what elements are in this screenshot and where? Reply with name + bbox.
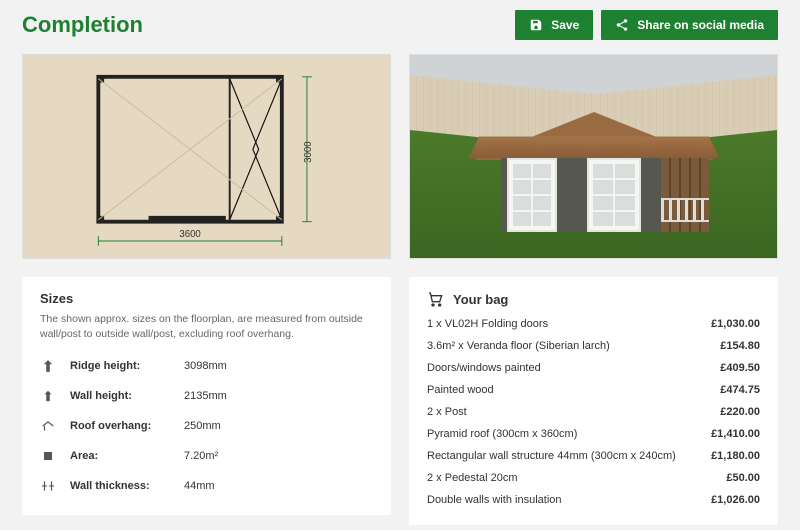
bag-item: Doors/windows painted £409.50	[427, 357, 760, 379]
bag-item-price: £220.00	[720, 406, 760, 418]
bag-item: Double walls with insulation £1,026.00	[427, 489, 760, 511]
bag-item: 2 x Post £220.00	[427, 401, 760, 423]
bag-item: 1 x VL02H Folding doors £1,030.00	[427, 313, 760, 335]
bag-item-price: £154.80	[720, 340, 760, 352]
floorplan-panel: 3600 3000	[22, 54, 391, 259]
size-label: Area:	[70, 450, 170, 462]
size-row: Wall height: 2135mm	[40, 381, 373, 411]
bag-item-price: £1,026.00	[711, 494, 760, 506]
size-row: Area: 7.20m²	[40, 441, 373, 471]
bag-item: 3.6m² x Veranda floor (Siberian larch) £1…	[427, 335, 760, 357]
bag-item: Rectangular wall structure 44mm (300cm x…	[427, 445, 760, 467]
save-icon	[529, 18, 543, 32]
save-button[interactable]: Save	[515, 10, 593, 40]
share-icon	[615, 18, 629, 32]
bag-heading: Your bag	[453, 292, 508, 307]
ridge-height-icon	[40, 358, 56, 374]
bag-item: 2 x Pedestal 20cm £50.00	[427, 467, 760, 489]
floorplan-depth-label: 3000	[303, 141, 314, 162]
share-button[interactable]: Share on social media	[601, 10, 778, 40]
floorplan-width-label: 3600	[179, 229, 200, 240]
size-value: 250mm	[184, 420, 221, 432]
size-row: Wall thickness: 44mm	[40, 471, 373, 501]
render-panel[interactable]	[409, 54, 778, 259]
page-title: Completion	[22, 12, 143, 38]
roof-overhang-icon	[40, 418, 56, 434]
bag-card: Your bag 1 x VL02H Folding doors £1,030.0…	[409, 277, 778, 525]
size-label: Wall height:	[70, 390, 170, 402]
size-row: Roof overhang: 250mm	[40, 411, 373, 441]
bag-item-name: Painted wood	[427, 384, 494, 396]
sizes-card: Sizes The shown approx. sizes on the flo…	[22, 277, 391, 515]
bag-item: Painted wood £474.75	[427, 379, 760, 401]
size-label: Ridge height:	[70, 360, 170, 372]
bag-item-price: £50.00	[726, 472, 760, 484]
bag-item-name: Rectangular wall structure 44mm (300cm x…	[427, 450, 676, 462]
area-icon	[40, 448, 56, 464]
bag-item-name: 1 x VL02H Folding doors	[427, 318, 548, 330]
wall-height-icon	[40, 388, 56, 404]
bag-item-price: £474.75	[720, 384, 760, 396]
bag-item-name: Double walls with insulation	[427, 494, 562, 506]
bag-item-price: £1,030.00	[711, 318, 760, 330]
save-label: Save	[551, 18, 579, 32]
bag-item-name: 2 x Pedestal 20cm	[427, 472, 518, 484]
bag-item: Pyramid roof (300cm x 360cm) £1,410.00	[427, 423, 760, 445]
cabin-graphic	[489, 112, 699, 252]
sizes-heading: Sizes	[40, 291, 373, 306]
size-value: 44mm	[184, 480, 215, 492]
size-label: Roof overhang:	[70, 420, 170, 432]
cart-icon	[427, 291, 443, 307]
bag-item-name: 2 x Post	[427, 406, 467, 418]
header-actions: Save Share on social media	[515, 10, 778, 40]
wall-thickness-icon	[40, 478, 56, 494]
bag-item-name: Pyramid roof (300cm x 360cm)	[427, 428, 577, 440]
bag-item-price: £1,180.00	[711, 450, 760, 462]
size-value: 7.20m²	[184, 450, 218, 462]
size-value: 2135mm	[184, 390, 227, 402]
share-label: Share on social media	[637, 18, 764, 32]
sizes-note: The shown approx. sizes on the floorplan…	[40, 312, 373, 341]
size-label: Wall thickness:	[70, 480, 170, 492]
bag-item-price: £409.50	[720, 362, 760, 374]
size-row: Ridge height: 3098mm	[40, 351, 373, 381]
bag-item-name: Doors/windows painted	[427, 362, 541, 374]
bag-item-price: £1,410.00	[711, 428, 760, 440]
floorplan-drawing: 3600 3000	[23, 55, 390, 258]
size-value: 3098mm	[184, 360, 227, 372]
bag-item-name: 3.6m² x Veranda floor (Siberian larch)	[427, 340, 610, 352]
